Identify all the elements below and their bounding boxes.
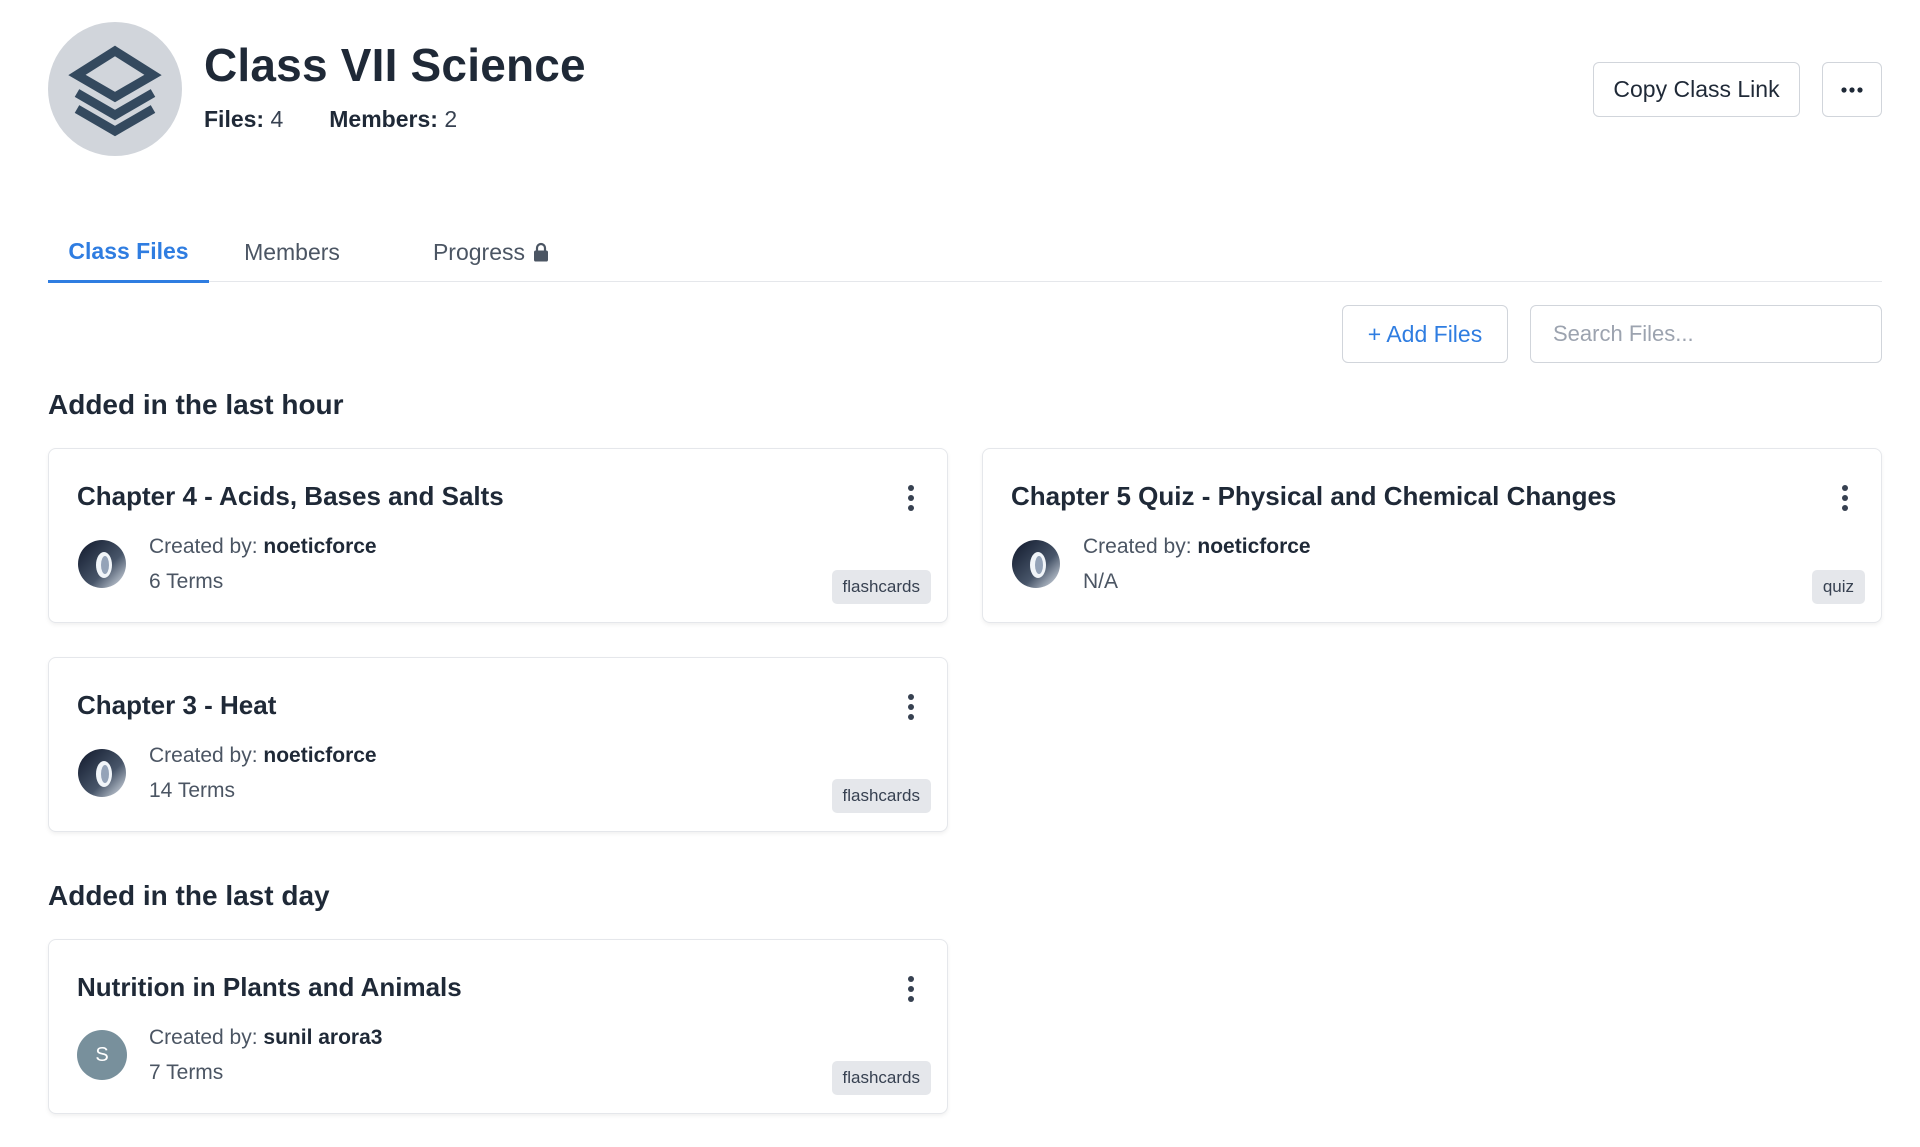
created-by-label: Created by: bbox=[149, 535, 258, 558]
copy-class-link-button[interactable]: Copy Class Link bbox=[1593, 62, 1800, 117]
term-count: 7 Terms bbox=[149, 1061, 224, 1084]
file-type-badge: quiz bbox=[1811, 570, 1865, 604]
creator-name: noeticforce bbox=[263, 535, 377, 558]
term-count: 14 Terms bbox=[149, 779, 235, 802]
created-by: Created by: noeticforce bbox=[149, 744, 377, 768]
creator-avatar bbox=[1011, 539, 1061, 589]
add-files-button[interactable]: + Add Files bbox=[1342, 305, 1508, 363]
stacked-layers-icon bbox=[68, 45, 162, 137]
file-card[interactable]: Nutrition in Plants and Animals S Create… bbox=[48, 939, 948, 1114]
section-title: Added in the last day bbox=[48, 880, 330, 911]
tab-progress[interactable]: Progress bbox=[398, 222, 584, 282]
file-title[interactable]: Nutrition in Plants and Animals bbox=[77, 972, 462, 1003]
members-stat: Members: 2 bbox=[329, 106, 457, 133]
creator-avatar bbox=[77, 539, 127, 589]
tab-members[interactable]: Members bbox=[226, 222, 358, 282]
tab-label: Class Files bbox=[68, 237, 189, 264]
ellipsis-icon bbox=[1841, 86, 1863, 93]
kebab-menu-icon[interactable] bbox=[905, 976, 917, 1002]
created-by: Created by: noeticforce bbox=[1083, 535, 1311, 559]
creator-name: sunil arora3 bbox=[263, 1026, 383, 1049]
files-count: 4 bbox=[270, 106, 284, 132]
file-type-badge: flashcards bbox=[831, 779, 931, 813]
created-by: Created by: noeticforce bbox=[149, 535, 377, 559]
file-card[interactable]: Chapter 4 - Acids, Bases and Salts Creat… bbox=[48, 448, 948, 623]
section-title: Added in the last hour bbox=[48, 389, 344, 420]
members-count: 2 bbox=[444, 106, 458, 132]
created-by-label: Created by: bbox=[149, 1026, 258, 1049]
file-card[interactable]: Chapter 3 - Heat Created by: noeticforce… bbox=[48, 657, 948, 832]
tab-class-files[interactable]: Class Files bbox=[48, 222, 209, 283]
creator-name: noeticforce bbox=[263, 744, 377, 767]
file-type-badge: flashcards bbox=[831, 1061, 931, 1095]
members-label: Members: bbox=[329, 106, 438, 132]
term-count: N/A bbox=[1083, 570, 1119, 593]
creator-avatar bbox=[77, 748, 127, 798]
file-title[interactable]: Chapter 4 - Acids, Bases and Salts bbox=[77, 481, 504, 512]
term-count: 6 Terms bbox=[149, 570, 224, 593]
created-by-label: Created by: bbox=[149, 744, 258, 767]
class-stats: Files: 4 Members: 2 bbox=[204, 106, 457, 133]
creator-avatar: S bbox=[77, 1030, 127, 1080]
tab-label: Members bbox=[244, 238, 340, 265]
file-title[interactable]: Chapter 5 Quiz - Physical and Chemical C… bbox=[1011, 481, 1616, 512]
kebab-menu-icon[interactable] bbox=[905, 485, 917, 511]
class-page: Class VII Science Files: 4 Members: 2 Co… bbox=[0, 0, 1920, 1147]
class-avatar bbox=[48, 22, 182, 156]
more-options-button[interactable] bbox=[1822, 62, 1882, 117]
tab-bar: Class Files Members Progress bbox=[48, 222, 1882, 283]
user-avatar-icon bbox=[78, 749, 126, 797]
kebab-menu-icon[interactable] bbox=[905, 694, 917, 720]
file-card[interactable]: Chapter 5 Quiz - Physical and Chemical C… bbox=[982, 448, 1882, 623]
user-avatar-icon bbox=[78, 540, 126, 588]
files-label: Files: bbox=[204, 106, 265, 132]
tab-label: Progress bbox=[432, 238, 526, 265]
user-avatar-icon bbox=[1012, 540, 1060, 588]
creator-name: noeticforce bbox=[1197, 535, 1311, 558]
lock-icon bbox=[534, 242, 549, 262]
class-title: Class VII Science bbox=[204, 39, 586, 91]
created-by-label: Created by: bbox=[1083, 535, 1192, 558]
file-type-badge: flashcards bbox=[831, 570, 931, 604]
file-title[interactable]: Chapter 3 - Heat bbox=[77, 690, 276, 721]
kebab-menu-icon[interactable] bbox=[1839, 485, 1851, 511]
files-stat: Files: 4 bbox=[204, 106, 283, 133]
search-files-input[interactable] bbox=[1530, 305, 1882, 363]
created-by: Created by: sunil arora3 bbox=[149, 1026, 382, 1050]
